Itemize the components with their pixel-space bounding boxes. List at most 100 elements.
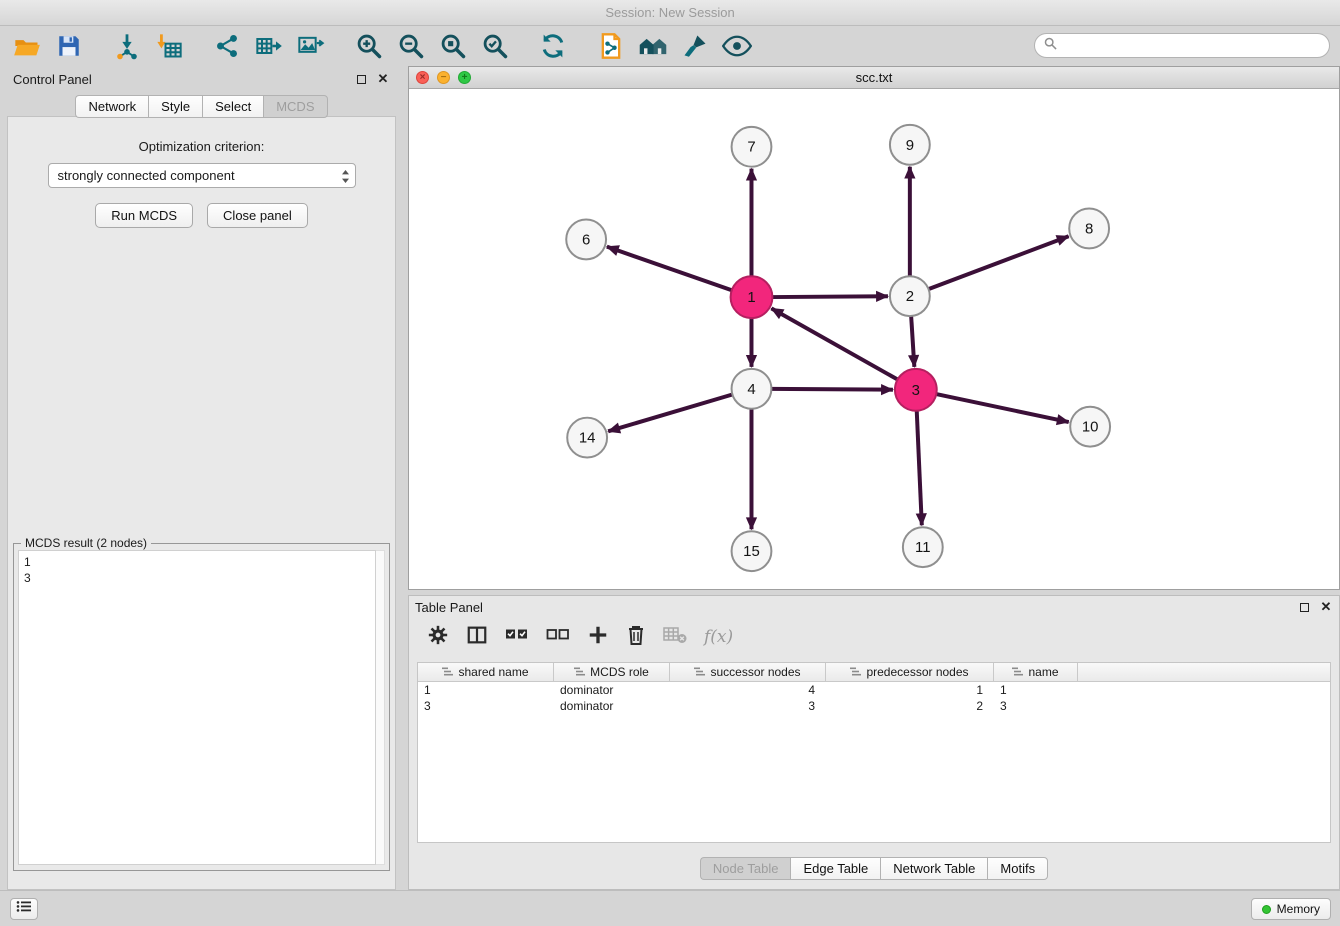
node-7[interactable]: 7 bbox=[732, 127, 772, 167]
node-10[interactable]: 10 bbox=[1070, 407, 1110, 447]
edge-3-11[interactable] bbox=[917, 411, 922, 526]
column-header-predecessor-nodes[interactable]: predecessor nodes bbox=[826, 663, 994, 682]
node-label: 7 bbox=[747, 139, 755, 156]
status-bar: Memory bbox=[0, 890, 1340, 926]
node-11[interactable]: 11 bbox=[903, 527, 943, 567]
node-table-body[interactable]: 1dominator4113dominator323 bbox=[418, 682, 1330, 842]
mcds-result-list[interactable]: 13 bbox=[18, 550, 376, 865]
search-icon bbox=[1044, 37, 1057, 55]
tab-style[interactable]: Style bbox=[148, 95, 202, 118]
list-menu-button[interactable] bbox=[10, 898, 38, 920]
node-4[interactable]: 4 bbox=[732, 369, 772, 409]
node-9[interactable]: 9 bbox=[890, 125, 930, 165]
search-input[interactable] bbox=[1062, 39, 1320, 53]
close-panel-button[interactable]: Close panel bbox=[207, 203, 308, 228]
export-table-icon[interactable] bbox=[252, 29, 286, 63]
node-6[interactable]: 6 bbox=[566, 219, 606, 259]
refresh-layout-icon[interactable] bbox=[536, 29, 570, 63]
search-box[interactable] bbox=[1034, 33, 1330, 58]
save-session-icon[interactable] bbox=[52, 29, 86, 63]
criterion-dropdown[interactable]: strongly connected component bbox=[48, 163, 356, 188]
control-panel-tabs: NetworkStyleSelectMCDS bbox=[7, 95, 396, 118]
paint-style-icon[interactable] bbox=[678, 29, 712, 63]
node-8[interactable]: 8 bbox=[1069, 209, 1109, 249]
edge-3-10[interactable] bbox=[936, 394, 1068, 422]
mcds-result-item[interactable]: 3 bbox=[24, 570, 370, 586]
first-neighbors-icon[interactable] bbox=[636, 29, 670, 63]
export-image-icon[interactable] bbox=[294, 29, 328, 63]
table-row[interactable]: 1dominator411 bbox=[418, 682, 1330, 698]
tab-mcds[interactable]: MCDS bbox=[263, 95, 327, 118]
import-table-icon[interactable] bbox=[152, 29, 186, 63]
main-toolbar bbox=[0, 26, 1020, 66]
eye-icon[interactable] bbox=[720, 29, 754, 63]
zoom-fit-icon[interactable] bbox=[436, 29, 470, 63]
run-mcds-button[interactable]: Run MCDS bbox=[95, 203, 193, 228]
mcds-buttons-row: Run MCDS Close panel bbox=[8, 203, 395, 228]
tab-select[interactable]: Select bbox=[202, 95, 263, 118]
column-header-name[interactable]: name bbox=[994, 663, 1078, 682]
optimization-criterion-label: Optimization criterion: bbox=[8, 139, 395, 154]
edge-1-2[interactable] bbox=[772, 296, 888, 297]
column-header-shared-name[interactable]: shared name bbox=[418, 663, 554, 682]
edge-4-14[interactable] bbox=[608, 394, 732, 431]
mcds-result-item[interactable]: 1 bbox=[24, 554, 370, 570]
minimize-window-button[interactable]: − bbox=[437, 71, 450, 84]
memory-button[interactable]: Memory bbox=[1251, 898, 1331, 920]
table-cell: 3 bbox=[670, 698, 826, 714]
table-panel-float-icon[interactable] bbox=[1295, 598, 1313, 616]
table-row[interactable]: 3dominator323 bbox=[418, 698, 1330, 714]
toolbar-group bbox=[536, 29, 570, 63]
column-header-successor-nodes[interactable]: successor nodes bbox=[670, 663, 826, 682]
edge-2-3[interactable] bbox=[911, 316, 914, 367]
edge-4-3[interactable] bbox=[771, 389, 893, 390]
tab-edge-table[interactable]: Edge Table bbox=[790, 857, 880, 880]
network-icon[interactable] bbox=[210, 29, 244, 63]
close-window-button[interactable]: × bbox=[416, 71, 429, 84]
node-label: 2 bbox=[906, 288, 914, 305]
control-panel-float-icon[interactable] bbox=[352, 70, 370, 88]
open-session-icon[interactable] bbox=[10, 29, 44, 63]
toolbar-group bbox=[110, 29, 186, 63]
node-label: 4 bbox=[747, 381, 755, 398]
dropdown-stepper-icon bbox=[341, 169, 350, 187]
add-icon[interactable] bbox=[587, 624, 609, 651]
memory-status-dot bbox=[1262, 905, 1271, 914]
network-window-titlebar: × − + scc.txt bbox=[409, 67, 1339, 89]
edge-3-1[interactable] bbox=[771, 308, 897, 379]
window-controls: × − + bbox=[416, 71, 471, 84]
tab-network[interactable]: Network bbox=[75, 95, 148, 118]
edge-1-6[interactable] bbox=[607, 247, 732, 291]
tab-node-table[interactable]: Node Table bbox=[700, 857, 791, 880]
tab-network-table[interactable]: Network Table bbox=[880, 857, 987, 880]
node-14[interactable]: 14 bbox=[567, 418, 607, 458]
table-cell: 3 bbox=[418, 698, 554, 714]
table-panel-header: Table Panel ✕ bbox=[409, 596, 1339, 618]
window-titlebar: Session: New Session bbox=[0, 0, 1340, 26]
result-scrollbar[interactable] bbox=[376, 550, 385, 865]
select-all-icon[interactable] bbox=[505, 625, 529, 650]
node-3[interactable]: 3 bbox=[895, 369, 937, 411]
edge-2-8[interactable] bbox=[928, 236, 1068, 289]
node-2[interactable]: 2 bbox=[890, 276, 930, 316]
import-network-icon[interactable] bbox=[110, 29, 144, 63]
node-label: 11 bbox=[915, 539, 931, 556]
tab-motifs[interactable]: Motifs bbox=[987, 857, 1048, 880]
control-panel-close-icon[interactable]: ✕ bbox=[374, 70, 392, 88]
trash-icon[interactable] bbox=[626, 624, 646, 651]
columns-icon[interactable] bbox=[466, 624, 488, 651]
zoom-selected-icon[interactable] bbox=[478, 29, 512, 63]
window-title: Session: New Session bbox=[605, 5, 734, 20]
column-header-MCDS-role[interactable]: MCDS role bbox=[554, 663, 670, 682]
network-canvas[interactable]: 7 9 6 8 1 2 4 3 14 10 15 11 bbox=[409, 89, 1339, 589]
table-panel-close-icon[interactable]: ✕ bbox=[1317, 598, 1335, 616]
node-15[interactable]: 15 bbox=[732, 531, 772, 571]
deselect-all-icon[interactable] bbox=[546, 625, 570, 650]
gear-icon[interactable] bbox=[427, 624, 449, 651]
zoom-out-icon[interactable] bbox=[394, 29, 428, 63]
node-1[interactable]: 1 bbox=[731, 276, 773, 318]
maximize-window-button[interactable]: + bbox=[458, 71, 471, 84]
zoom-in-icon[interactable] bbox=[352, 29, 386, 63]
node-table-header: shared nameMCDS rolesuccessor nodesprede… bbox=[418, 663, 1330, 682]
share-network-icon[interactable] bbox=[594, 29, 628, 63]
